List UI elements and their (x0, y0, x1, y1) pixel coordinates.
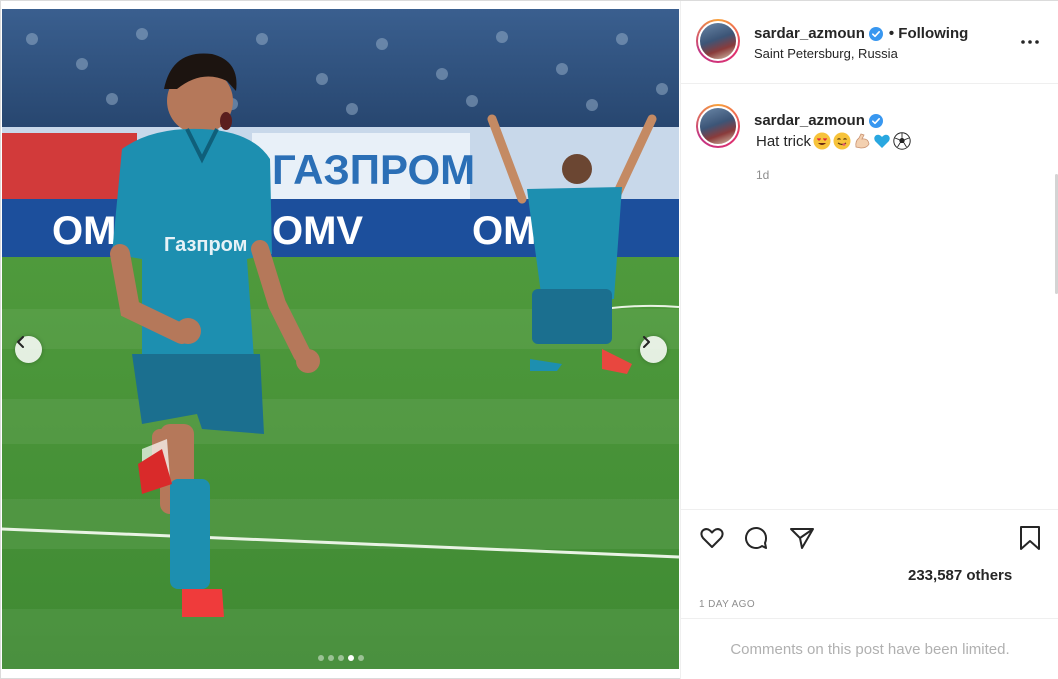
following-button[interactable]: • Following (889, 25, 968, 42)
like-button[interactable] (698, 524, 726, 552)
header-user-line: sardar_azmoun • Following (754, 25, 968, 42)
bookmark-icon (1020, 526, 1040, 550)
comment-button[interactable] (742, 524, 770, 552)
comment-icon (745, 527, 768, 549)
carousel-dot (327, 655, 334, 661)
football-celebration-photo: ГАЗПРОМ OMV OMV OMV Газпром (2, 9, 679, 669)
carousel-dot-active (347, 655, 354, 661)
caption-user-line: sardar_azmoun (754, 112, 883, 129)
soccer-ball-emoji-icon (893, 132, 911, 150)
post-modal: ГАЗПРОМ OMV OMV OMV Газпром sardar_azmou… (0, 0, 1058, 679)
carousel-dot (337, 655, 344, 661)
carousel-dot (357, 655, 364, 661)
flexed-biceps-emoji-icon (855, 133, 870, 149)
post-details-panel: sardar_azmoun • Following Saint Petersbu… (680, 1, 1058, 679)
caption-username-link[interactable]: sardar_azmoun (754, 112, 865, 129)
more-options-icon (1021, 40, 1039, 44)
username-link[interactable]: sardar_azmoun (754, 25, 865, 42)
likes-count[interactable]: 233,587 others (908, 567, 1012, 584)
post-header: sardar_azmoun • Following Saint Petersbu… (681, 1, 1058, 84)
comments-limited-notice: Comments on this post have been limited. (681, 618, 1058, 679)
verified-badge-icon (868, 26, 883, 41)
verified-badge-icon (868, 113, 883, 128)
caption-body: Hat trick (756, 132, 812, 150)
carousel-dot (317, 655, 324, 661)
avatar[interactable] (696, 19, 740, 63)
svg-text:OMV: OMV (272, 209, 363, 253)
chevron-right-icon (643, 336, 650, 348)
svg-text:Газпром: Газпром (164, 234, 247, 256)
heart-eyes-emoji-icon (813, 132, 831, 150)
carousel-next-button[interactable] (640, 336, 667, 363)
post-actions: 233,587 others 1 DAY AGO (681, 509, 1058, 618)
share-button[interactable] (788, 524, 816, 552)
yum-face-emoji-icon (833, 132, 851, 150)
svg-text:ГАЗПРОМ: ГАЗПРОМ (272, 146, 475, 193)
caption-timestamp[interactable]: 1d (756, 168, 769, 182)
save-button[interactable] (1016, 524, 1044, 552)
caption-text: Hat trick (756, 132, 911, 150)
blue-heart-emoji-icon (874, 134, 890, 148)
carousel-indicator (2, 655, 679, 661)
caption-section: sardar_azmoun Hat trick 1d (681, 84, 1058, 509)
chevron-left-icon (17, 336, 24, 348)
caption-avatar[interactable] (696, 104, 740, 148)
more-options-button[interactable] (1019, 31, 1041, 53)
paper-plane-icon (790, 528, 814, 549)
carousel-prev-button[interactable] (15, 336, 42, 363)
post-image[interactable]: ГАЗПРОМ OMV OMV OMV Газпром (2, 9, 679, 669)
location-link[interactable]: Saint Petersburg, Russia (754, 46, 898, 61)
post-timestamp[interactable]: 1 DAY AGO (699, 599, 755, 610)
heart-icon (700, 528, 724, 548)
